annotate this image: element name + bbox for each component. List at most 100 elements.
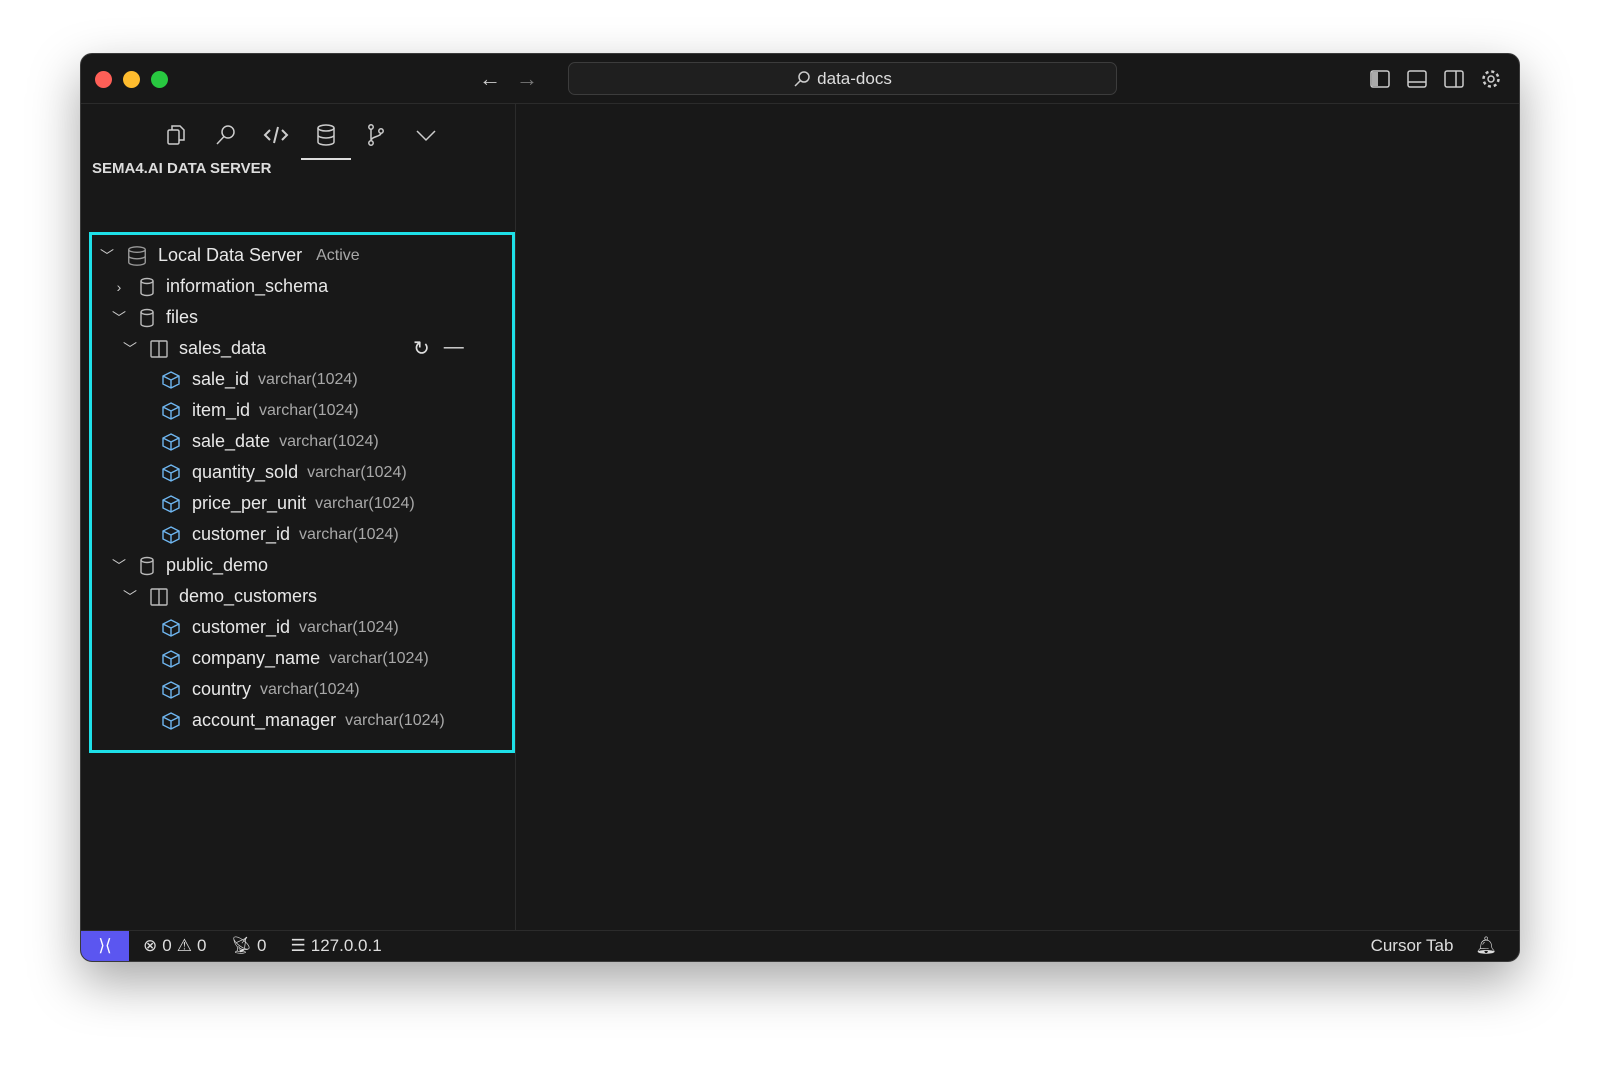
column-icon	[160, 494, 182, 514]
chevron-down-icon[interactable]: ﹀	[112, 308, 126, 328]
database-icon	[138, 308, 156, 328]
remote-button[interactable]: ⟩⟨	[81, 931, 129, 962]
column-label: quantity_sold	[192, 462, 298, 483]
column-icon	[160, 618, 182, 638]
warning-icon: ⚠	[177, 936, 192, 956]
column-type: varchar(1024)	[299, 619, 399, 637]
problems-indicator[interactable]: ⊗0 ⚠0	[143, 936, 206, 956]
explorer-tab[interactable]	[151, 114, 201, 156]
tree-item-column[interactable]: customer_id varchar(1024)	[160, 519, 399, 550]
column-type: varchar(1024)	[307, 464, 407, 482]
tree-item-table[interactable]: ﹀sales_data↻—	[123, 333, 266, 364]
column-type: varchar(1024)	[279, 433, 379, 451]
search-icon	[214, 123, 238, 147]
tree-item-column[interactable]: price_per_unitvarchar(1024)	[160, 488, 415, 519]
error-icon: ⊗	[143, 936, 157, 956]
files-icon	[164, 123, 188, 147]
column-label: company_name	[192, 648, 320, 669]
tree-item-server[interactable]: ﹀ Local Data Server Active	[100, 240, 360, 271]
minimize-window-button[interactable]	[123, 71, 140, 88]
column-label: account_manager	[192, 710, 336, 731]
column-label: item_id	[192, 400, 250, 421]
ports-count: 0	[257, 936, 266, 956]
activity-bar	[151, 114, 451, 156]
editor-area	[517, 104, 1519, 930]
column-type: varchar(1024)	[259, 402, 359, 420]
column-icon	[160, 680, 182, 700]
server-label: Local Data Server	[158, 245, 302, 266]
tree-item-column[interactable]: company_namevarchar(1024)	[160, 643, 429, 674]
gear-icon[interactable]	[1480, 68, 1502, 90]
toggle-secondary-sidebar-icon[interactable]	[1443, 68, 1465, 90]
source-control-tab[interactable]	[351, 114, 401, 156]
cursor-tab-button[interactable]: Cursor Tab	[1371, 936, 1454, 956]
table-label: sales_data	[179, 338, 266, 359]
chevron-down-icon	[414, 123, 438, 147]
toggle-panel-icon[interactable]	[1406, 68, 1428, 90]
column-icon	[160, 401, 182, 421]
sidebar: SEMA4.AI DATA SERVER ﹀ Local Data Server…	[81, 104, 516, 930]
column-type: varchar(1024)	[345, 712, 445, 730]
tree-item-column[interactable]: country varchar(1024)	[160, 674, 360, 705]
tree-item-column[interactable]: sale_date varchar(1024)	[160, 426, 379, 457]
database-icon	[138, 556, 156, 576]
chevron-down-icon[interactable]: ﹀	[123, 339, 137, 359]
refresh-icon[interactable]: ↻	[413, 336, 430, 361]
tree-item-column[interactable]: account_manager varchar(1024)	[160, 705, 445, 736]
column-label: country	[192, 679, 251, 700]
tree-item-column[interactable]: quantity_sold varchar(1024)	[160, 457, 407, 488]
server-icon: ☰	[291, 936, 306, 956]
chevron-down-icon: ﹀	[100, 246, 114, 266]
ports-indicator[interactable]: 📡︎0	[230, 936, 266, 956]
column-icon	[160, 711, 182, 731]
tree-item-column[interactable]: item_id varchar(1024)	[160, 395, 359, 426]
column-icon	[160, 432, 182, 452]
close-window-button[interactable]	[95, 71, 112, 88]
remote-icon: ⟩⟨	[98, 936, 111, 956]
toggle-primary-sidebar-icon[interactable]	[1369, 68, 1391, 90]
table-icon	[149, 339, 169, 359]
command-center-search[interactable]: data-docs	[568, 62, 1117, 95]
data-server-tree: ﹀ Local Data Server Active › information_…	[89, 232, 515, 753]
search-label: data-docs	[817, 69, 892, 89]
column-label: sale_id	[192, 369, 249, 390]
schema-label: public_demo	[166, 555, 268, 576]
column-label: customer_id	[192, 524, 290, 545]
tree-item-column[interactable]: sale_idvarchar(1024)	[160, 364, 358, 395]
back-button[interactable]: ←	[479, 66, 501, 92]
tree-item-schema[interactable]: ﹀ public_demo	[112, 550, 268, 581]
broadcast-icon: 📡︎	[230, 936, 252, 956]
schema-label: files	[166, 307, 198, 328]
chevron-down-icon[interactable]: ﹀	[123, 587, 137, 607]
code-tab[interactable]	[251, 114, 301, 156]
column-label: customer_id	[192, 617, 290, 638]
maximize-window-button[interactable]	[151, 71, 168, 88]
data-server-tab[interactable]	[301, 114, 351, 156]
column-type: varchar(1024)	[260, 681, 360, 699]
status-bar: ⟩⟨ ⊗0 ⚠0 📡︎0 ☰127.0.0.1 Cursor Tab 🔔︎	[81, 930, 1519, 961]
forward-button[interactable]: →	[516, 66, 538, 92]
search-tab[interactable]	[201, 114, 251, 156]
table-label: demo_customers	[179, 586, 317, 607]
table-icon	[149, 587, 169, 607]
collapse-icon[interactable]: —	[444, 336, 464, 361]
database-icon	[126, 245, 148, 267]
tree-item-table[interactable]: ﹀ demo_customers	[123, 581, 317, 612]
column-label: sale_date	[192, 431, 270, 452]
more-views-button[interactable]	[401, 114, 451, 156]
section-title: SEMA4.AI DATA SERVER	[92, 160, 271, 177]
schema-label: information_schema	[166, 276, 328, 297]
tree-item-column[interactable]: customer_id varchar(1024)	[160, 612, 399, 643]
tree-item-schema[interactable]: › information_schema	[112, 271, 328, 302]
chevron-right-icon[interactable]: ›	[112, 279, 126, 295]
bell-icon[interactable]: 🔔︎	[1475, 936, 1497, 956]
chevron-down-icon[interactable]: ﹀	[112, 556, 126, 576]
app-window: ← → data-docs SEMA4.AI DATA SERVER ﹀ Loc…	[80, 53, 1520, 962]
column-type: varchar(1024)	[299, 526, 399, 544]
tree-item-schema[interactable]: ﹀ files	[112, 302, 198, 333]
column-icon	[160, 525, 182, 545]
column-type: varchar(1024)	[315, 495, 415, 513]
git-branch-icon	[364, 123, 388, 147]
error-count: 0	[162, 936, 171, 956]
server-host-indicator[interactable]: ☰127.0.0.1	[291, 936, 382, 956]
